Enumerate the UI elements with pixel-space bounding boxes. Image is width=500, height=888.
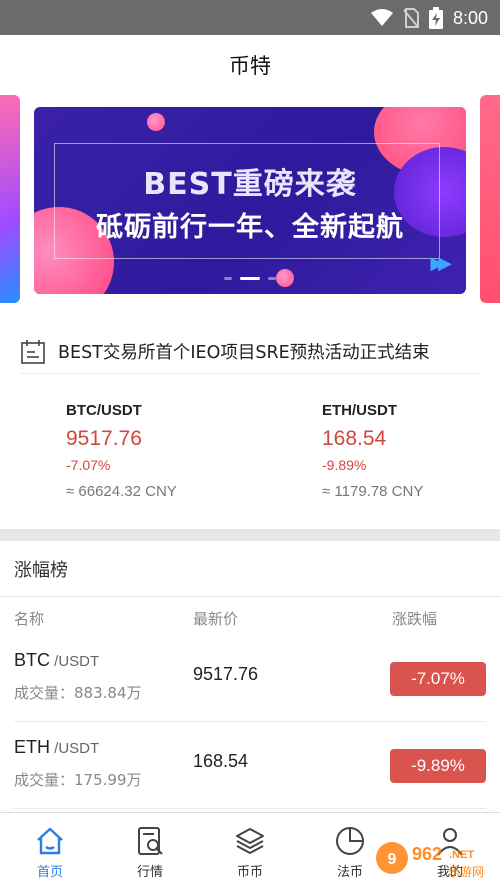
ticker-btc[interactable]: BTC/USDT 9517.76 -7.07% ≈ 66624.32 CNY xyxy=(66,402,266,500)
quote-currency: /USDT xyxy=(50,653,100,670)
gainers-title: 涨幅榜 xyxy=(14,560,68,581)
banner-headline: BEST重磅来袭 xyxy=(143,167,357,202)
column-header-name: 名称 xyxy=(14,610,45,628)
no-sim-icon xyxy=(403,8,419,28)
tab-label: 币币 xyxy=(236,865,263,880)
banner-peek-next[interactable] xyxy=(480,95,500,303)
carousel-indicator xyxy=(34,277,466,280)
battery-charging-icon xyxy=(428,7,443,29)
row-price: 9517.76 xyxy=(193,664,259,684)
column-header-change: 涨跌幅 xyxy=(392,610,438,628)
divider xyxy=(14,808,486,809)
wifi-icon xyxy=(370,9,393,26)
site-watermark: 9 962 .NET 乐游网 xyxy=(376,842,484,879)
layers-icon xyxy=(236,828,264,854)
coin-symbol: ETH xyxy=(14,737,50,757)
svg-text:.NET: .NET xyxy=(449,849,474,861)
announcement-text: BEST交易所首个IEO项目SRE预热活动正式结束 xyxy=(58,343,430,363)
ticker-panel: BTC/USDT 9517.76 -7.07% ≈ 66624.32 CNY E… xyxy=(0,390,500,520)
banner-subline: 砥砺前行一年、全新起航 xyxy=(96,212,404,243)
banner-decoration xyxy=(147,113,165,131)
ticker-price: 9517.76 xyxy=(66,427,142,450)
banner-slide[interactable]: BEST重磅来袭 砥砺前行一年、全新起航 ▶▶ xyxy=(34,107,466,294)
ticker-pair: BTC/USDT xyxy=(66,402,142,419)
ticker-cny: ≈ 1179.78 CNY xyxy=(322,483,424,500)
row-volume: 成交量：175.99万 xyxy=(14,771,142,789)
tab-label: 首页 xyxy=(36,865,63,880)
svg-text:9: 9 xyxy=(388,851,397,868)
tab-market[interactable]: 行情 xyxy=(100,813,200,888)
change-badge: -9.89% xyxy=(390,749,486,783)
ticker-change: -7.07% xyxy=(66,457,111,473)
carousel-dot xyxy=(268,277,276,280)
announcement-bar[interactable]: BEST交易所首个IEO项目SRE预热活动正式结束 xyxy=(20,330,480,374)
svg-text:乐游网: 乐游网 xyxy=(448,865,484,879)
ticker-eth[interactable]: ETH/USDT 168.54 -9.89% ≈ 1179.78 CNY xyxy=(322,402,500,500)
section-divider xyxy=(0,529,500,541)
row-price: 168.54 xyxy=(193,751,249,771)
carousel-dot-active xyxy=(240,277,260,280)
announcement-icon xyxy=(21,339,45,364)
ticker-change: -9.89% xyxy=(322,457,367,473)
status-bar: 8:00 xyxy=(0,0,500,35)
table-row[interactable]: BTC /USDT 成交量：883.84万 9517.76 -7.07% xyxy=(0,634,500,722)
tab-label: 行情 xyxy=(136,865,163,880)
banner-carousel[interactable]: BEST重磅来袭 砥砺前行一年、全新起航 ▶▶ xyxy=(0,95,500,315)
fast-forward-icon: ▶▶ xyxy=(430,253,452,274)
page-title: 币特 xyxy=(229,54,271,78)
ticker-price: 168.54 xyxy=(322,427,387,450)
status-icons: 8:00 xyxy=(370,6,488,30)
change-badge: -7.07% xyxy=(390,662,486,696)
app-bar: 币特 xyxy=(0,35,500,95)
tab-home[interactable]: 首页 xyxy=(0,813,100,888)
market-search-icon xyxy=(138,827,163,855)
row-volume: 成交量：883.84万 xyxy=(14,684,142,702)
tab-label: 法币 xyxy=(336,865,363,880)
divider xyxy=(0,596,500,597)
svg-text:962: 962 xyxy=(412,844,442,864)
banner-peek-previous[interactable] xyxy=(0,95,20,303)
status-time: 8:00 xyxy=(452,7,488,28)
ticker-pair: ETH/USDT xyxy=(322,402,397,419)
row-coin: ETH /USDT xyxy=(14,737,99,758)
ticker-cny: ≈ 66624.32 CNY xyxy=(66,483,177,500)
row-coin: BTC /USDT xyxy=(14,650,99,671)
coin-symbol: BTC xyxy=(14,650,50,670)
column-header-price: 最新价 xyxy=(193,610,239,628)
tab-spot[interactable]: 币币 xyxy=(200,813,300,888)
quote-currency: /USDT xyxy=(50,740,100,757)
pie-chart-icon xyxy=(336,827,364,855)
carousel-dot xyxy=(224,277,232,280)
table-row[interactable]: ETH /USDT 成交量：175.99万 168.54 -9.89% xyxy=(0,721,500,809)
home-icon xyxy=(37,827,63,855)
